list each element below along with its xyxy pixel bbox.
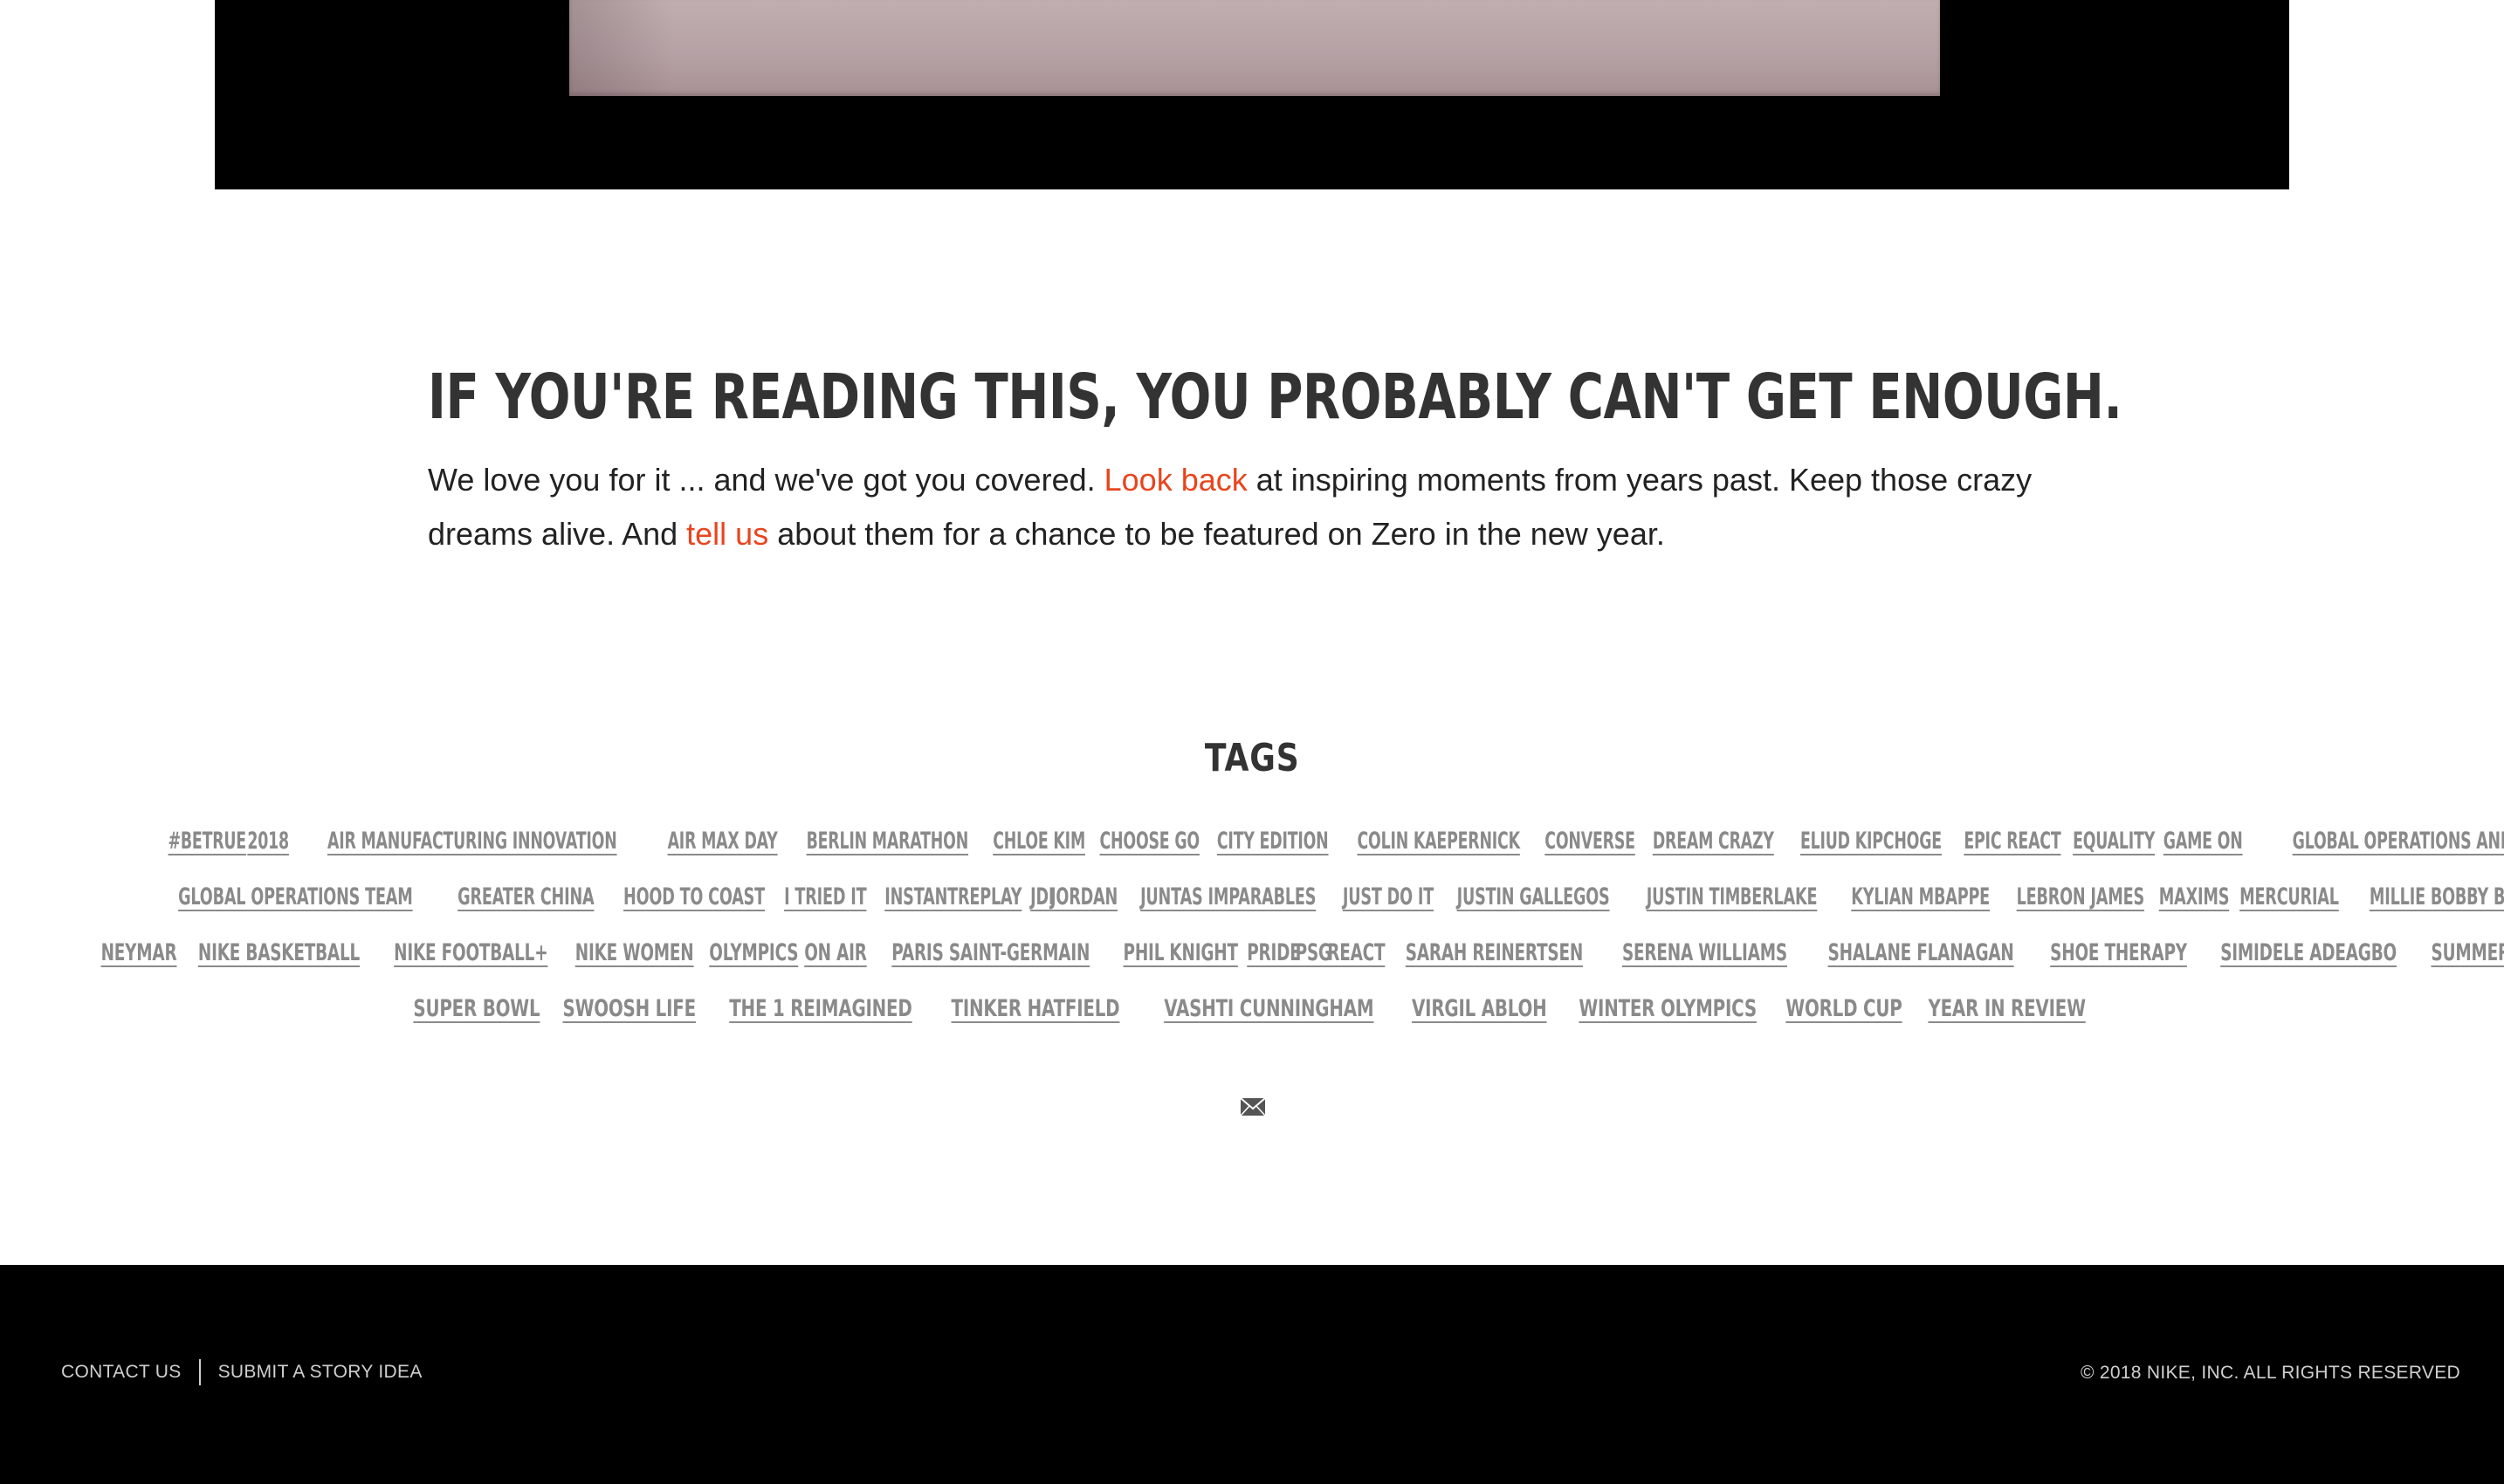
tag-link[interactable]: JUST DO IT (1337, 869, 1439, 925)
tag-link[interactable]: GLOBAL OPERATIONS AND LOGISTICS (2287, 814, 2504, 869)
intro-text-3: about them for a chance to be featured o… (768, 516, 1665, 552)
tag-link[interactable]: AIR MAX DAY (662, 814, 783, 869)
tag-link[interactable]: MILLIE BOBBY BROWN (2363, 869, 2504, 925)
copyright-text: © 2018 NIKE, INC. ALL RIGHTS RESERVED (2080, 1363, 2460, 1383)
tag-link[interactable]: ELIUD KIPCHOGE (1795, 814, 1948, 869)
tell-us-link[interactable]: tell us (686, 516, 768, 552)
tag-link[interactable]: VASHTI CUNNINGHAM (1158, 981, 1380, 1037)
tag-link[interactable]: 2018 (242, 814, 294, 869)
contact-us-link[interactable]: CONTACT US (61, 1362, 182, 1383)
tag-link[interactable]: MAXIMS (2154, 869, 2235, 925)
tag-link[interactable]: EQUALITY (2067, 814, 2161, 869)
tag-link[interactable]: MERCURIAL (2233, 869, 2344, 925)
tag-link[interactable]: JUSTIN GALLEGOS (1451, 869, 1615, 925)
page-heading: IF YOU'RE READING THIS, YOU PROBABLY CAN… (428, 361, 2122, 433)
intro-section: IF YOU'RE READING THIS, YOU PROBABLY CAN… (428, 354, 2122, 561)
footer-divider (198, 1359, 201, 1385)
tag-link[interactable]: NIKE FOOTBALL+ (388, 925, 554, 981)
hero-photo (569, 0, 1940, 96)
tag-link[interactable]: NIKE WOMEN (569, 925, 699, 981)
tag-link[interactable]: I TRIED IT (778, 869, 871, 925)
tag-link[interactable]: SARAH REINERTSEN (1400, 925, 1589, 981)
tag-link[interactable]: SHALANE FLANAGAN (1822, 925, 2020, 981)
tag-link[interactable]: AIR MANUFACTURING INNOVATION (322, 814, 623, 869)
tag-link[interactable]: SERENA WILLIAMS (1616, 925, 1793, 981)
submit-story-link[interactable]: SUBMIT A STORY IDEA (218, 1362, 423, 1383)
tag-link[interactable]: SHOE THERAPY (2044, 925, 2192, 981)
site-footer: CONTACT US SUBMIT A STORY IDEA © 2018 NI… (0, 1265, 2504, 1484)
tag-link[interactable]: NEYMAR (95, 925, 183, 981)
tag-link[interactable]: SIMIDELE ADEAGBO (2215, 925, 2403, 981)
tag-link[interactable]: PHIL KNIGHT (1118, 925, 1244, 981)
hero-media (215, 0, 2289, 189)
tag-row: #BETRUE2018 AIR MANUFACTURING INNOVATION A… (162, 814, 2504, 869)
tag-link[interactable]: GAME ON (2158, 814, 2249, 869)
tag-link[interactable]: THE 1 REIMAGINED (723, 981, 918, 1037)
intro-paragraph: We love you for it ... and we've got you… (428, 453, 2069, 561)
tag-link[interactable]: CHLOE KIM (987, 814, 1091, 869)
tag-link[interactable]: GLOBAL OPERATIONS TEAM (173, 869, 419, 925)
tag-link[interactable]: CONVERSE (1539, 814, 1641, 869)
tag-link[interactable]: SWOOSH LIFE (557, 981, 703, 1037)
tag-link[interactable]: CITY EDITION (1211, 814, 1334, 869)
footer-links: CONTACT US SUBMIT A STORY IDEA (61, 1359, 423, 1385)
tags-heading: TAGS (1204, 736, 1300, 780)
tag-link[interactable]: LEBRON JAMES (2011, 869, 2150, 925)
tag-link[interactable]: REACT (1321, 925, 1391, 981)
tag-row: NEYMAR NIKE BASKETBALL NIKE FOOTBALL+ NIKE … (95, 925, 2504, 981)
tag-row: GLOBAL OPERATIONS TEAM GREATER CHINA HOOD … (147, 869, 2504, 925)
tag-link[interactable]: COLIN KAEPERNICK (1352, 814, 1525, 869)
tag-link[interactable]: INSTANTREPLAY (879, 869, 1028, 925)
tag-link[interactable]: SUPER BOWL (407, 981, 547, 1037)
tag-link[interactable]: OLYMPICS (703, 925, 804, 981)
tag-link[interactable]: PARIS SAINT-GERMAIN (885, 925, 1096, 981)
tag-link[interactable]: HOOD TO COAST (617, 869, 770, 925)
tag-link[interactable]: ON AIR (798, 925, 872, 981)
tag-link[interactable]: CHOOSE GO (1094, 814, 1205, 869)
look-back-link[interactable]: Look back (1104, 462, 1248, 498)
tag-link[interactable]: TINKER HATFIELD (945, 981, 1126, 1037)
tag-link[interactable]: #BETRUE (162, 814, 251, 869)
tag-link[interactable]: GREATER CHINA (452, 869, 600, 925)
tag-link[interactable]: JUSTIN TIMBERLAKE (1641, 869, 1823, 925)
tag-link[interactable]: SUMMER OF JDI (2425, 925, 2504, 981)
tag-link[interactable]: DREAM CRAZY (1647, 814, 1779, 869)
tag-cloud: #BETRUE2018 AIR MANUFACTURING INNOVATION A… (0, 814, 2504, 1037)
tag-link[interactable]: VIRGIL ABLOH (1405, 981, 1552, 1037)
tag-link[interactable]: NIKE BASKETBALL (192, 925, 366, 981)
tag-link[interactable]: YEAR IN REVIEW (1922, 981, 2092, 1037)
tag-link[interactable]: KYLIAN MBAPPE (1846, 869, 1996, 925)
tag-link[interactable]: JORDAN (1044, 869, 1123, 925)
mail-icon[interactable] (1240, 1097, 1266, 1116)
tag-link[interactable]: WINTER OLYMPICS (1572, 981, 1763, 1037)
tag-link[interactable]: EPIC REACT (1958, 814, 2067, 869)
intro-text-1: We love you for it ... and we've got you… (428, 462, 1104, 498)
tag-link[interactable]: JUNTAS IMPARABLES (1134, 869, 1321, 925)
tag-row: SUPER BOWL SWOOSH LIFE THE 1 REIMAGINED TIN… (9, 981, 2495, 1037)
tag-link[interactable]: WORLD CUP (1779, 981, 1909, 1037)
tag-link[interactable]: BERLIN MARATHON (801, 814, 973, 869)
